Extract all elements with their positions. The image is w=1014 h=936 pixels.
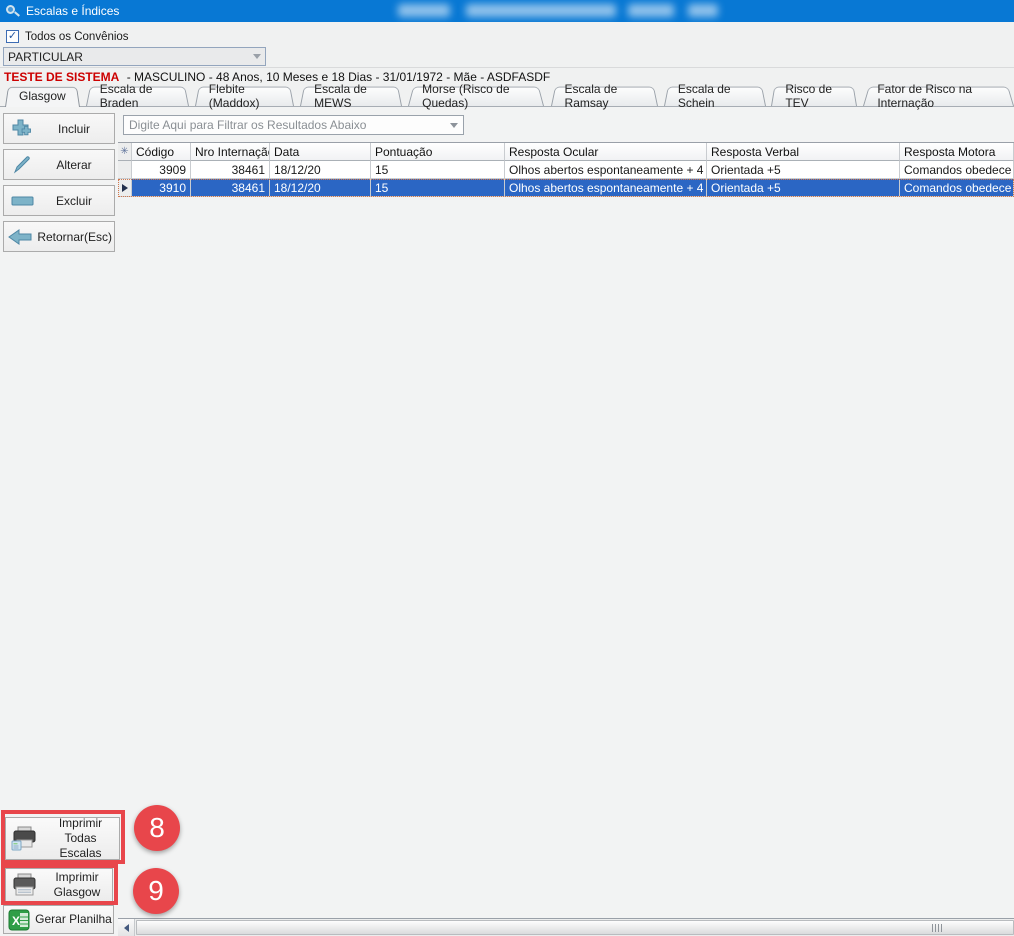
- imprimir-todas-escalas-button[interactable]: Imprimir Todas Escalas: [5, 817, 120, 860]
- annotation-badge-8: 8: [134, 805, 180, 851]
- window-title: Escalas e Índices: [26, 4, 119, 18]
- column-header-pontuacao[interactable]: Pontuação: [371, 143, 505, 161]
- cell-codigo: 3910: [132, 179, 191, 197]
- gerar-planilha-button[interactable]: X Gerar Planilha: [3, 905, 114, 934]
- alterar-label: Alterar: [42, 158, 114, 172]
- insurance-value: PARTICULAR: [8, 50, 83, 64]
- cell-pontuacao: 15: [371, 161, 505, 179]
- gerar-planilha-label: Gerar Planilha: [34, 912, 113, 927]
- results-grid: ✳ Código Nro Internação Data Pontuação R…: [118, 142, 1014, 197]
- scroll-left-button[interactable]: [118, 919, 135, 936]
- content-area: Incluir Alterar Excluir Retornar(Esc) Di…: [0, 107, 1014, 936]
- cell-resposta-motora: Comandos obedece +6: [900, 161, 1014, 179]
- column-header-data[interactable]: Data: [270, 143, 371, 161]
- retornar-button[interactable]: Retornar(Esc): [3, 221, 115, 252]
- column-header-resposta-motora[interactable]: Resposta Motora: [900, 143, 1014, 161]
- grid-filter-placeholder: Digite Aqui para Filtrar os Resultados A…: [129, 118, 366, 132]
- alterar-button[interactable]: Alterar: [3, 149, 115, 180]
- scales-tabstrip: Glasgow Escala de Braden Flebite (Maddox…: [0, 85, 1014, 107]
- row-indicator: [118, 161, 132, 179]
- column-header-resposta-ocular[interactable]: Resposta Ocular: [505, 143, 707, 161]
- imprimir-todas-escalas-label: Imprimir Todas Escalas: [42, 816, 119, 861]
- insurance-select[interactable]: PARTICULAR: [3, 47, 266, 66]
- printer-icon: [6, 873, 42, 897]
- tab-escala-de-ramsay[interactable]: Escala de Ramsay: [551, 85, 658, 106]
- row-indicator-arrow-icon: [118, 179, 132, 197]
- add-plus-icon: [4, 118, 42, 140]
- grid-header-row: ✳ Código Nro Internação Data Pontuação R…: [118, 143, 1014, 161]
- annotation-badge-9: 9: [133, 868, 179, 914]
- cell-nro-internacao: 38461: [191, 179, 270, 197]
- retornar-label: Retornar(Esc): [37, 230, 114, 244]
- cell-resposta-ocular: Olhos abertos espontaneamente + 4: [505, 161, 707, 179]
- imprimir-glasgow-label: Imprimir Glasgow: [42, 870, 112, 900]
- tab-glasgow[interactable]: Glasgow: [5, 85, 80, 107]
- blurred-title-text: [398, 4, 450, 17]
- table-row-selected[interactable]: 3910 38461 18/12/20 15 Olhos abertos esp…: [118, 179, 1014, 197]
- table-row[interactable]: 3909 38461 18/12/20 15 Olhos abertos esp…: [118, 161, 1014, 179]
- tab-fator-de-risco-na-internacao[interactable]: Fator de Risco na Internação: [863, 85, 1014, 106]
- chevron-down-icon: [450, 123, 458, 128]
- left-arrow-icon: [124, 924, 129, 932]
- incluir-button[interactable]: Incluir: [3, 113, 115, 144]
- all-insurances-checkbox-row[interactable]: ✓ Todos os Convênios: [6, 30, 129, 43]
- scrollbar-thumb[interactable]: [136, 920, 1014, 935]
- blurred-title-text: [628, 4, 674, 17]
- imprimir-glasgow-button[interactable]: Imprimir Glasgow: [5, 868, 113, 902]
- column-header-resposta-verbal[interactable]: Resposta Verbal: [707, 143, 900, 161]
- cell-nro-internacao: 38461: [191, 161, 270, 179]
- cell-data: 18/12/20: [270, 179, 371, 197]
- remove-bar-icon: [4, 194, 42, 208]
- blurred-title-text: [466, 4, 616, 17]
- grid-filter-input[interactable]: Digite Aqui para Filtrar os Resultados A…: [123, 115, 464, 135]
- title-bar: Escalas e Índices: [0, 0, 1014, 22]
- excluir-button[interactable]: Excluir: [3, 185, 115, 216]
- cell-resposta-motora: Comandos obedece +6: [900, 179, 1014, 197]
- svg-text:X: X: [12, 914, 20, 928]
- incluir-label: Incluir: [42, 122, 114, 136]
- tab-escala-de-schein[interactable]: Escala de Schein: [664, 85, 766, 106]
- back-arrow-icon: [4, 227, 37, 247]
- tab-escala-de-mews[interactable]: Escala de MEWS: [300, 85, 402, 106]
- filter-panel: ✓ Todos os Convênios PARTICULAR: [0, 22, 1014, 68]
- indicator-asterisk-icon: ✳: [118, 143, 132, 161]
- cell-resposta-verbal: Orientada +5: [707, 179, 900, 197]
- checkbox-checked-icon[interactable]: ✓: [6, 30, 19, 43]
- chevron-down-icon: [253, 54, 261, 59]
- column-header-nro-internacao[interactable]: Nro Internação: [191, 143, 270, 161]
- tab-flebite-maddox[interactable]: Flebite (Maddox): [195, 85, 294, 106]
- cell-pontuacao: 15: [371, 179, 505, 197]
- app-icon: [5, 4, 20, 18]
- column-header-codigo[interactable]: Código: [132, 143, 191, 161]
- cell-codigo: 3909: [132, 161, 191, 179]
- horizontal-scrollbar[interactable]: [118, 918, 1014, 936]
- cell-resposta-verbal: Orientada +5: [707, 161, 900, 179]
- excel-icon: X: [4, 909, 34, 931]
- blurred-title-text: [688, 4, 718, 17]
- tab-risco-de-tev[interactable]: Risco de TEV: [771, 85, 857, 106]
- scrollbar-grip-icon: [932, 924, 942, 932]
- excluir-label: Excluir: [42, 194, 114, 208]
- cell-resposta-ocular: Olhos abertos espontaneamente + 4: [505, 179, 707, 197]
- printer-icon: [6, 826, 42, 852]
- tab-escala-de-braden[interactable]: Escala de Braden: [86, 85, 189, 106]
- tab-morse-risco-de-quedas[interactable]: Morse (Risco de Quedas): [408, 85, 544, 106]
- cell-data: 18/12/20: [270, 161, 371, 179]
- all-insurances-label: Todos os Convênios: [25, 31, 129, 43]
- pencil-icon: [4, 154, 42, 176]
